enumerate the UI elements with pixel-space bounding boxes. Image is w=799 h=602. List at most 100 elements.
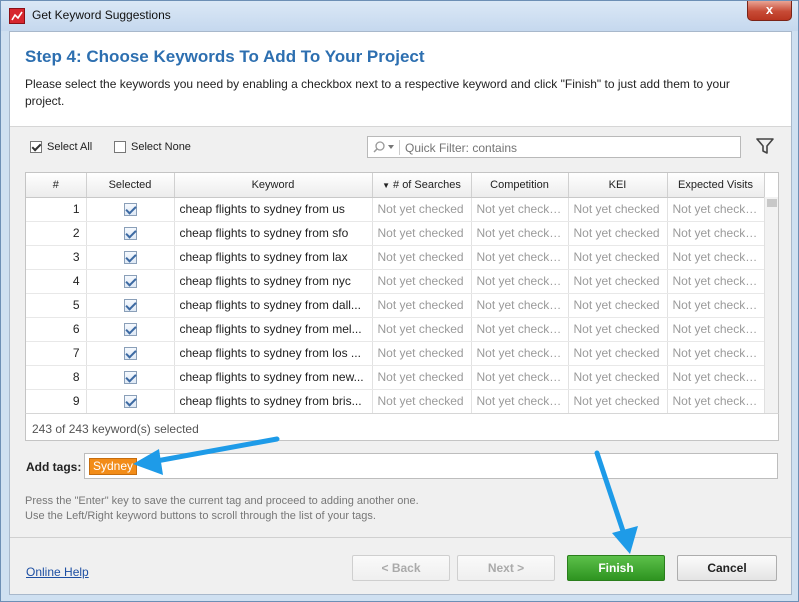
searches-cell: Not yet checked: [372, 197, 472, 222]
select-none-label: Select None: [131, 141, 191, 153]
dialog-window: Get Keyword Suggestions x Step 4: Choose…: [0, 0, 799, 602]
table-row[interactable]: 6 cheap flights to sydney from mel... Not …: [26, 317, 765, 342]
table-row[interactable]: 8 cheap flights to sydney from new... Not …: [26, 365, 765, 390]
kei-cell: Not yet checked: [568, 221, 668, 246]
checkbox-unchecked-icon: [114, 141, 126, 153]
row-number: 5: [26, 293, 87, 318]
column-header-expected-visits[interactable]: Expected Visits: [667, 173, 765, 198]
competition-cell: Not yet checked: [471, 197, 569, 222]
vertical-scrollbar[interactable]: [764, 197, 778, 439]
tags-hint: Press the "Enter" key to save the curren…: [25, 494, 419, 524]
competition-cell: Not yet checked: [471, 293, 569, 318]
searches-cell: Not yet checked: [372, 293, 472, 318]
row-number: 3: [26, 245, 87, 270]
keyword-table: # Selected Keyword ▼ # of Searches Compet…: [25, 172, 779, 440]
row-checkbox[interactable]: [123, 395, 137, 409]
quick-filter-box[interactable]: [367, 136, 741, 158]
column-header-searches-label: # of Searches: [393, 178, 461, 191]
row-selected-cell: [86, 197, 175, 222]
cancel-button[interactable]: Cancel: [677, 555, 777, 581]
column-header-keyword[interactable]: Keyword: [174, 173, 373, 198]
competition-cell: Not yet checked: [471, 389, 569, 414]
expected-visits-cell: Not yet checked: [667, 197, 765, 222]
wizard-footer: Online Help < Back Next > Finish Cancel: [10, 537, 791, 594]
kei-cell: Not yet checked: [568, 245, 668, 270]
table-row[interactable]: 2 cheap flights to sydney from sfo Not yet…: [26, 221, 765, 246]
row-checkbox[interactable]: [123, 227, 137, 241]
keyword-cell: cheap flights to sydney from dall...: [174, 293, 373, 318]
expected-visits-cell: Not yet checked: [667, 341, 765, 366]
row-selected-cell: [86, 365, 175, 390]
keyword-cell: cheap flights to sydney from nyc: [174, 269, 373, 294]
checkbox-checked-icon: [30, 141, 42, 153]
tag-chip[interactable]: Sydney: [89, 458, 138, 475]
table-row[interactable]: 9 cheap flights to sydney from bris... Not…: [26, 389, 765, 414]
row-checkbox[interactable]: [123, 371, 137, 385]
row-checkbox[interactable]: [123, 347, 137, 361]
select-all-checkbox[interactable]: Select All: [30, 141, 92, 153]
select-none-checkbox[interactable]: Select None: [114, 141, 191, 153]
column-header-searches[interactable]: ▼ # of Searches: [372, 173, 472, 198]
back-button[interactable]: < Back: [352, 555, 450, 581]
searches-cell: Not yet checked: [372, 341, 472, 366]
window-title: Get Keyword Suggestions: [32, 8, 171, 22]
add-tags-label: Add tags:: [26, 460, 82, 474]
hint-line-2: Use the Left/Right keyword buttons to sc…: [25, 510, 376, 522]
kei-cell: Not yet checked: [568, 317, 668, 342]
keyword-cell: cheap flights to sydney from us: [174, 197, 373, 222]
table-row[interactable]: 5 cheap flights to sydney from dall... Not…: [26, 293, 765, 318]
competition-cell: Not yet checked: [471, 317, 569, 342]
row-number: 9: [26, 389, 87, 414]
table-row[interactable]: 1 cheap flights to sydney from us Not yet …: [26, 197, 765, 222]
row-checkbox[interactable]: [123, 251, 137, 265]
title-bar: Get Keyword Suggestions x: [1, 1, 798, 31]
competition-cell: Not yet checked: [471, 221, 569, 246]
scrollbar-thumb[interactable]: [767, 199, 777, 207]
searches-cell: Not yet checked: [372, 317, 472, 342]
quick-filter-input[interactable]: [405, 140, 735, 155]
search-dropdown-icon[interactable]: [372, 140, 398, 154]
filter-separator: [399, 140, 400, 155]
searches-cell: Not yet checked: [372, 221, 472, 246]
table-row[interactable]: 3 cheap flights to sydney from lax Not yet…: [26, 245, 765, 270]
next-button[interactable]: Next >: [457, 555, 555, 581]
expected-visits-cell: Not yet checked: [667, 365, 765, 390]
row-selected-cell: [86, 221, 175, 246]
column-header-kei[interactable]: KEI: [568, 173, 668, 198]
finish-button[interactable]: Finish: [567, 555, 665, 581]
add-tags-input[interactable]: Sydney: [84, 453, 778, 479]
filter-funnel-icon[interactable]: [756, 138, 774, 157]
selected-count: 243 of 243 keyword(s) selected: [32, 422, 199, 436]
row-checkbox[interactable]: [123, 275, 137, 289]
keyword-cell: cheap flights to sydney from new...: [174, 365, 373, 390]
searches-cell: Not yet checked: [372, 365, 472, 390]
selection-status-bar: 243 of 243 keyword(s) selected: [25, 413, 779, 441]
competition-cell: Not yet checked: [471, 365, 569, 390]
hint-line-1: Press the "Enter" key to save the curren…: [25, 495, 419, 507]
searches-cell: Not yet checked: [372, 269, 472, 294]
row-checkbox[interactable]: [123, 203, 137, 217]
close-button[interactable]: x: [747, 1, 792, 21]
expected-visits-cell: Not yet checked: [667, 269, 765, 294]
searches-cell: Not yet checked: [372, 245, 472, 270]
table-header-row: # Selected Keyword ▼ # of Searches Compet…: [26, 173, 765, 198]
online-help-link[interactable]: Online Help: [26, 565, 89, 579]
keyword-cell: cheap flights to sydney from los ...: [174, 341, 373, 366]
row-number: 6: [26, 317, 87, 342]
table-row[interactable]: 7 cheap flights to sydney from los ... Not…: [26, 341, 765, 366]
row-checkbox[interactable]: [123, 299, 137, 313]
table-row[interactable]: 4 cheap flights to sydney from nyc Not yet…: [26, 269, 765, 294]
column-header-number[interactable]: #: [26, 173, 87, 198]
page-title: Step 4: Choose Keywords To Add To Your P…: [25, 47, 425, 66]
kei-cell: Not yet checked: [568, 365, 668, 390]
kei-cell: Not yet checked: [568, 293, 668, 318]
step-description: Please select the keywords you need by e…: [25, 77, 730, 108]
select-all-label: Select All: [47, 141, 93, 153]
expected-visits-cell: Not yet checked: [667, 293, 765, 318]
expected-visits-cell: Not yet checked: [667, 245, 765, 270]
column-header-competition[interactable]: Competition: [471, 173, 569, 198]
competition-cell: Not yet checked: [471, 341, 569, 366]
row-checkbox[interactable]: [123, 323, 137, 337]
expected-visits-cell: Not yet checked: [667, 317, 765, 342]
column-header-selected[interactable]: Selected: [86, 173, 175, 198]
